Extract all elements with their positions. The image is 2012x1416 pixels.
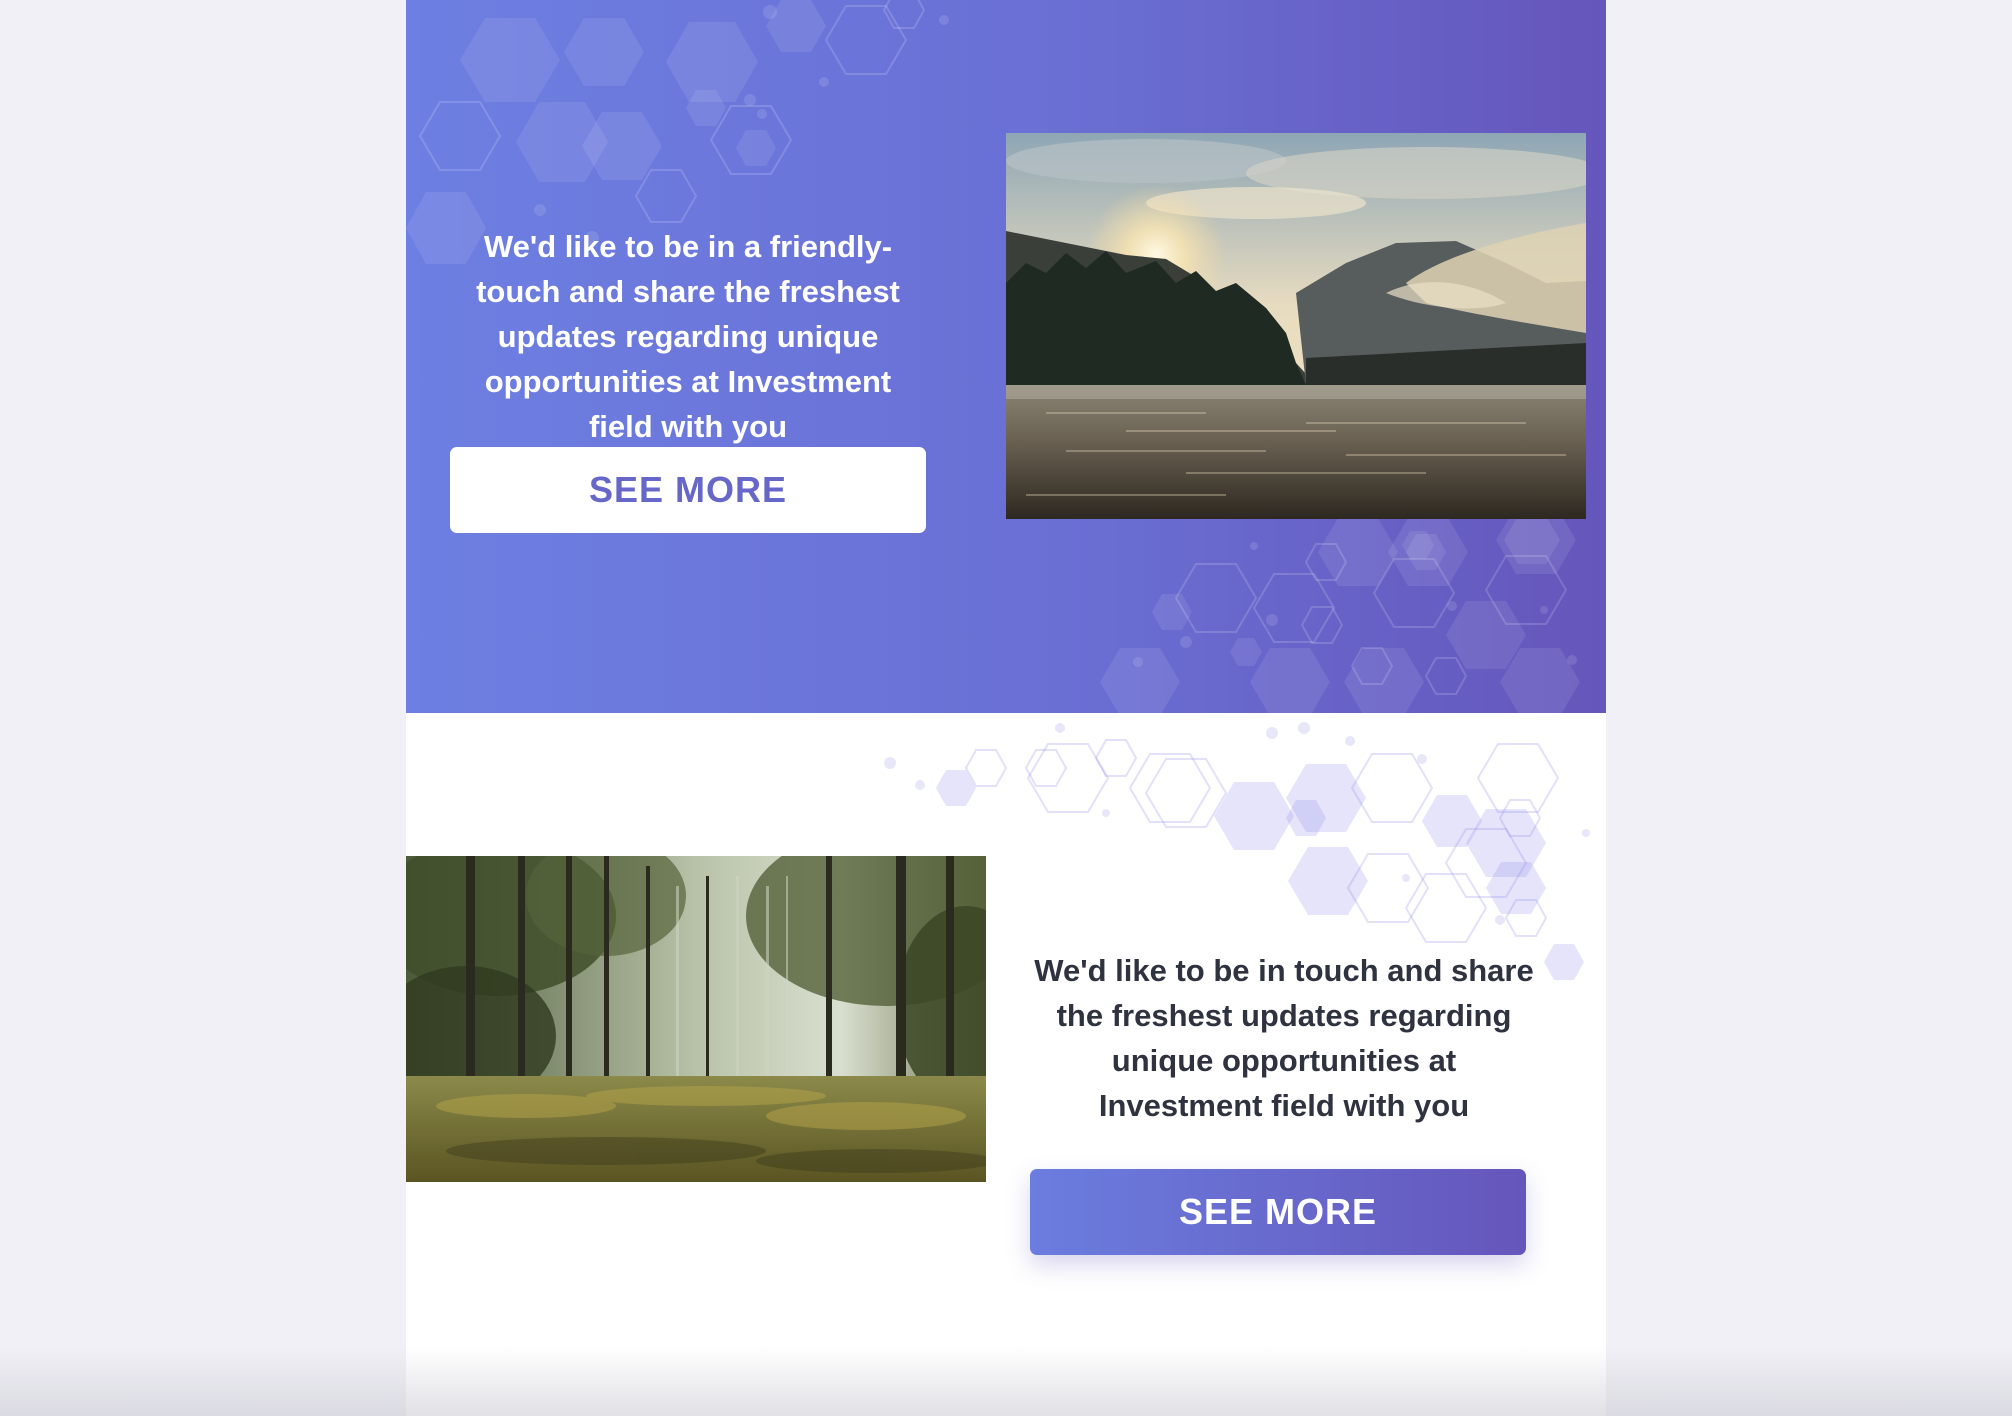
email-container: We'd like to be in a friendly-touch and … [406, 0, 1606, 1416]
hero-section: We'd like to be in a friendly-touch and … [406, 0, 1606, 713]
hero-message-text: We'd like to be in a friendly-touch and … [476, 229, 900, 444]
lake-sunrise-image [1006, 133, 1586, 519]
forest-image [406, 856, 986, 1182]
secondary-see-more-button[interactable]: SEE MORE [1030, 1169, 1526, 1255]
secondary-message-text: We'd like to be in touch and share the f… [1034, 953, 1534, 1123]
secondary-section: We'd like to be in touch and share the f… [406, 713, 1606, 1416]
hero-see-more-button[interactable]: SEE MORE [450, 447, 926, 533]
page: We'd like to be in a friendly-touch and … [0, 0, 2012, 1416]
